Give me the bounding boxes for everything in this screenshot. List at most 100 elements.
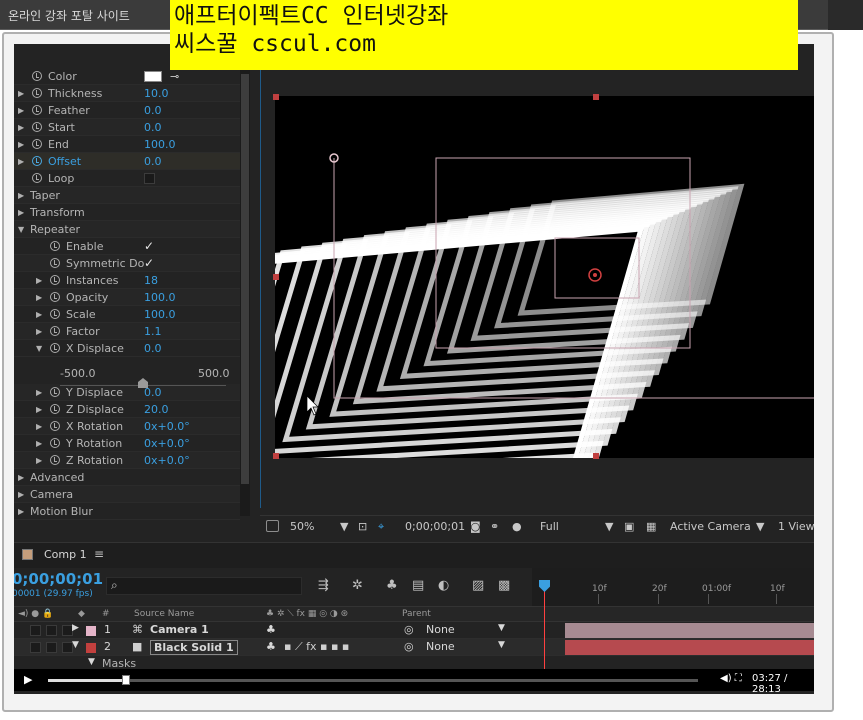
- timeline-settings-icon[interactable]: ▩: [498, 578, 510, 593]
- effect-row-loop[interactable]: Loop: [14, 170, 240, 187]
- slider-thumb[interactable]: [138, 378, 148, 388]
- effect-property-value[interactable]: 18: [144, 272, 158, 289]
- frame-blending-icon[interactable]: ▤: [412, 578, 424, 593]
- volume-fullscreen-icons[interactable]: ◀) ⛶: [720, 673, 742, 684]
- stopwatch-icon[interactable]: [50, 326, 60, 336]
- window-controls[interactable]: [828, 0, 863, 30]
- region-of-interest-icon[interactable]: ⊡: [358, 520, 367, 533]
- effect-row-enable[interactable]: Enable ✓: [14, 238, 240, 255]
- layer-duration-bar[interactable]: [565, 623, 814, 638]
- layer-row[interactable]: ▼ 2 ■ Black Solid 1 ♣ ▪ ⟋ fx ▪ ▪ ▪ ◎ None ▼: [14, 639, 814, 656]
- parent-dropdown[interactable]: None: [426, 640, 534, 655]
- zoom-dropdown-arrow-icon[interactable]: ▼: [340, 520, 348, 533]
- snapshot-icon[interactable]: ◙: [470, 520, 481, 533]
- always-preview-icon[interactable]: [266, 520, 279, 532]
- effect-property-value[interactable]: 100.0: [144, 136, 176, 153]
- draft-3d-icon[interactable]: ✲: [352, 578, 363, 593]
- effect-row-repeater[interactable]: ▼ Repeater: [14, 221, 240, 238]
- expand-triangle-icon[interactable]: ▶: [18, 204, 24, 221]
- expand-triangle-icon[interactable]: ▼: [36, 340, 42, 357]
- effect-checkbox[interactable]: ✓: [144, 255, 154, 272]
- scrollbar-thumb[interactable]: [241, 74, 249, 484]
- camera-view-dropdown[interactable]: Active Camera: [670, 520, 751, 533]
- timeline-timecode[interactable]: 0;00;00;01: [14, 570, 103, 588]
- shy-switch-icon[interactable]: ♣: [266, 623, 276, 636]
- layer-row[interactable]: ▶ 1 ⌘ Camera 1 ♣ ◎ None ▼: [14, 622, 814, 639]
- effect-row-motion-blur[interactable]: ▶ Motion Blur: [14, 503, 240, 520]
- expand-triangle-icon[interactable]: ▶: [18, 503, 24, 520]
- video-switch[interactable]: [30, 642, 41, 653]
- effect-property-value[interactable]: 0.0: [144, 119, 162, 136]
- effect-checkbox[interactable]: ✓: [144, 238, 154, 255]
- effect-row-x-displace[interactable]: ▼ X Displace 0.0: [14, 340, 240, 357]
- collapse-triangle-icon[interactable]: ▼: [18, 221, 24, 238]
- effect-row-y-rotation[interactable]: ▶ Y Rotation 0x+0.0°: [14, 435, 240, 452]
- viewer-timecode[interactable]: 0;00;00;01: [405, 520, 465, 533]
- loop-checkbox[interactable]: [144, 173, 155, 184]
- effect-row-x-rotation[interactable]: ▶ X Rotation 0x+0.0°: [14, 418, 240, 435]
- stopwatch-icon[interactable]: [50, 421, 60, 431]
- effect-row-feather[interactable]: ▶ Feather 0.0: [14, 102, 240, 119]
- expand-triangle-icon[interactable]: ▶: [18, 102, 24, 119]
- video-switch[interactable]: [30, 625, 41, 636]
- shy-switch-icon[interactable]: ♣: [266, 640, 276, 653]
- expand-triangle-icon[interactable]: ▶: [18, 119, 24, 136]
- expand-triangle-icon[interactable]: ▶: [36, 306, 42, 323]
- playhead-line[interactable]: [544, 582, 545, 674]
- expand-triangle-icon[interactable]: ▶: [36, 401, 42, 418]
- motion-blur-icon[interactable]: ◐: [438, 578, 449, 593]
- tab-comp-1[interactable]: Comp 1: [44, 548, 87, 561]
- expand-triangle-icon[interactable]: ▶: [18, 486, 24, 503]
- stopwatch-icon[interactable]: [50, 404, 60, 414]
- effect-row-advanced[interactable]: ▶ Advanced: [14, 469, 240, 486]
- layer-label-color[interactable]: [86, 626, 96, 636]
- color-swatch[interactable]: [144, 71, 162, 82]
- expand-triangle-icon[interactable]: ▶: [36, 418, 42, 435]
- stopwatch-icon[interactable]: [32, 88, 42, 98]
- effect-row-offset[interactable]: ▶ Offset 0.0: [14, 153, 240, 170]
- layer-search-input[interactable]: ⌕: [106, 577, 302, 595]
- expand-triangle-icon[interactable]: ▶: [18, 187, 24, 204]
- composition-canvas[interactable]: [261, 68, 814, 508]
- stopwatch-icon[interactable]: [32, 139, 42, 149]
- expand-triangle-icon[interactable]: ▶: [18, 469, 24, 486]
- eyedropper-icon[interactable]: ⊸: [170, 68, 179, 85]
- effect-property-value[interactable]: 0x+0.0°: [144, 435, 190, 452]
- effect-property-value[interactable]: 0x+0.0°: [144, 418, 190, 435]
- stopwatch-icon[interactable]: [50, 309, 60, 319]
- camera-view-arrow-icon[interactable]: ▼: [756, 520, 764, 533]
- effect-row-end[interactable]: ▶ End 100.0: [14, 136, 240, 153]
- stopwatch-icon[interactable]: [50, 292, 60, 302]
- layer-name[interactable]: Black Solid 1: [150, 640, 238, 655]
- time-ruler[interactable]: 10f 20f 01:00f 10f: [532, 568, 814, 606]
- zoom-dropdown[interactable]: 50%: [290, 520, 314, 533]
- effect-row-opacity[interactable]: ▶ Opacity 100.0: [14, 289, 240, 306]
- effect-row-start[interactable]: ▶ Start 0.0: [14, 119, 240, 136]
- progress-knob[interactable]: [122, 675, 130, 685]
- effect-property-value[interactable]: 0.0: [144, 102, 162, 119]
- graph-editor-icon[interactable]: ▨: [472, 578, 484, 593]
- stopwatch-icon[interactable]: [32, 71, 42, 81]
- stopwatch-icon[interactable]: [50, 241, 60, 251]
- layer-name[interactable]: Camera 1: [150, 623, 209, 636]
- layer-expand-icon[interactable]: ▼: [72, 640, 79, 650]
- effect-row-color[interactable]: Color ⊸: [14, 68, 240, 85]
- expand-triangle-icon[interactable]: ▶: [36, 289, 42, 306]
- masks-expand-icon[interactable]: ▼: [88, 657, 95, 667]
- effect-row-transform[interactable]: ▶ Transform: [14, 204, 240, 221]
- effect-property-value[interactable]: 100.0: [144, 289, 176, 306]
- stopwatch-icon[interactable]: [50, 275, 60, 285]
- parent-dropdown-arrow-icon[interactable]: ▼: [498, 623, 505, 633]
- effect-row-symmetric-do[interactable]: Symmetric Do ✓: [14, 255, 240, 272]
- expand-triangle-icon[interactable]: ▶: [36, 435, 42, 452]
- x-displace-slider[interactable]: -500.0 500.0: [14, 365, 240, 393]
- parent-dropdown-arrow-icon[interactable]: ▼: [498, 640, 505, 650]
- source-name-header[interactable]: Source Name: [134, 609, 194, 619]
- show-snapshot-icon[interactable]: ⚭: [490, 520, 499, 533]
- stopwatch-icon[interactable]: [32, 156, 42, 166]
- toggle-mask-icon[interactable]: ⌖: [378, 520, 384, 534]
- layer-expand-icon[interactable]: ▶: [72, 623, 79, 633]
- effect-property-value[interactable]: 1.1: [144, 323, 162, 340]
- transparency-grid-icon[interactable]: ▦: [646, 520, 656, 533]
- hide-shy-layers-icon[interactable]: ♣: [386, 578, 398, 593]
